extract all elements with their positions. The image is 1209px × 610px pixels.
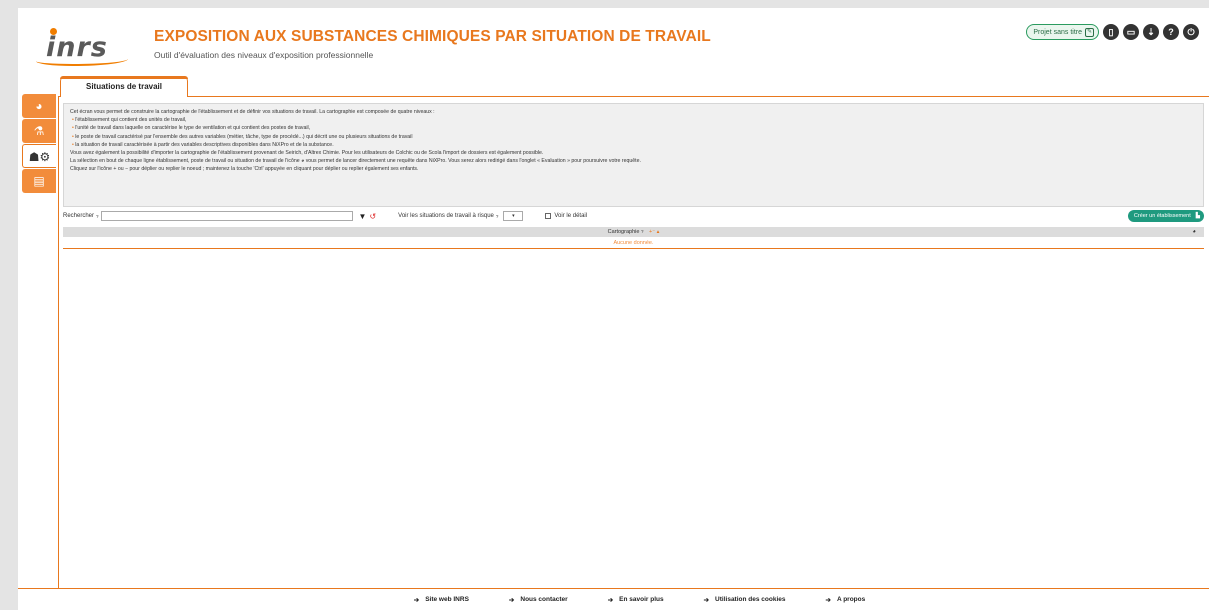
new-file-icon[interactable]: ▯ [1103,24,1119,40]
empty-table-message: Aucune donnée. [63,237,1204,249]
detail-checkbox[interactable] [545,213,552,219]
project-name-label: Projet sans titre [1033,28,1082,36]
search-input[interactable] [100,211,353,221]
info-box: Cet écran vous permet de construire la c… [63,103,1204,207]
footer-link-more[interactable]: ➔ En savoir plus [608,596,664,604]
risk-select[interactable]: ▾ [503,211,524,221]
table-help-icon[interactable]: ? [641,229,644,234]
main-content: Cet écran vous permet de construire la c… [58,96,1209,588]
download-icon[interactable]: ⇣ [1143,24,1159,40]
arrow-right-icon: ➔ [413,596,420,604]
info-selection-text: La sélection en bout de chaque ligne éta… [70,158,641,165]
app-subtitle: Outil d'évaluation des niveaux d'exposit… [154,50,374,60]
search-label: Rechercher [63,213,95,219]
project-name-button[interactable]: Projet sans titre ✎ [1026,24,1099,40]
app-page: inrs EXPOSITION AUX SUBSTANCES CHIMIQUES… [18,8,1209,610]
detail-label: Voir le détail [554,213,588,219]
table-header[interactable]: Cartographie ? +⁻ ▴ ◕ [63,227,1204,237]
app-title: EXPOSITION AUX SUBSTANCES CHIMIQUES PAR … [154,28,711,45]
arrow-right-icon: ➔ [607,596,614,604]
footer-link-contact[interactable]: ➔ Nous contacter [509,596,568,604]
risk-help-icon[interactable]: ? [496,214,499,219]
search-help-icon[interactable]: ? [96,214,99,219]
filter-toolbar: Rechercher ? ▼ ↺ Voir les situations de … [63,209,1204,223]
filter-icon[interactable]: ▼ [359,212,367,221]
info-item: • l'unité de travail dans laquelle on ca… [72,125,311,132]
detail-toggle[interactable]: Voir le détail [545,213,587,219]
flask-icon[interactable]: ⚗ [22,119,56,143]
create-establishment-label: Créer un établissement [1133,213,1191,219]
edit-icon: ✎ [1085,27,1094,37]
top-toolbar: Projet sans titre ✎ ▯ ▭ ⇣ ? ⏻ [1026,24,1199,40]
info-item: • le poste de travail caractérisé par l'… [72,133,413,140]
info-expand-text: Cliquez sur l'icône + ou − pour déplier … [70,166,419,173]
info-item: • l'établissement qui contient des unité… [72,117,187,124]
create-establishment-button[interactable]: Créer un établissement ▙ [1127,210,1204,222]
logo-swoosh [36,54,128,66]
document-icon[interactable]: ▤ [22,169,56,193]
open-folder-icon[interactable]: ▭ [1123,24,1139,40]
arrow-right-icon: ➔ [703,596,710,604]
footer-link-site-inrs[interactable]: ➔ Site web INRS [414,596,469,604]
info-item: • la situation de travail caractérisée à… [72,141,334,148]
table-header-label: Cartographie [607,229,640,235]
users-gear-icon[interactable]: ☗⚙ [22,144,56,168]
help-icon[interactable]: ? [1163,24,1179,40]
footer-link-cookies[interactable]: ➔ Utilisation des cookies [704,596,786,604]
tab-situations-de-travail[interactable]: Situations de travail [60,76,188,97]
sort-icons[interactable]: +⁻ ▴ [649,229,659,235]
info-intro: Cet écran vous permet de construire la c… [70,109,435,115]
arrow-right-icon: ➔ [825,596,831,604]
reset-filter-icon[interactable]: ↺ [369,212,376,221]
pie-chart-icon: ◕ [1192,229,1196,235]
inrs-logo[interactable]: inrs [28,24,128,66]
factory-icon: ▙ [1195,213,1200,219]
arrow-right-icon: ➔ [508,596,515,604]
power-icon[interactable]: ⏻ [1183,24,1199,40]
side-nav: ◕ ⚗ ☗⚙ ▤ [22,94,58,194]
pie-chart-icon[interactable]: ◕ [22,94,56,118]
footer-link-about[interactable]: ➔ A propos [825,596,865,604]
footer: ➔ Site web INRS ➔ Nous contacter ➔ En savoi… [18,588,1209,610]
risk-label: Voir les situations de travail à risque [398,213,494,219]
info-import-text: Vous avez également la possibilité d'imp… [70,150,544,157]
